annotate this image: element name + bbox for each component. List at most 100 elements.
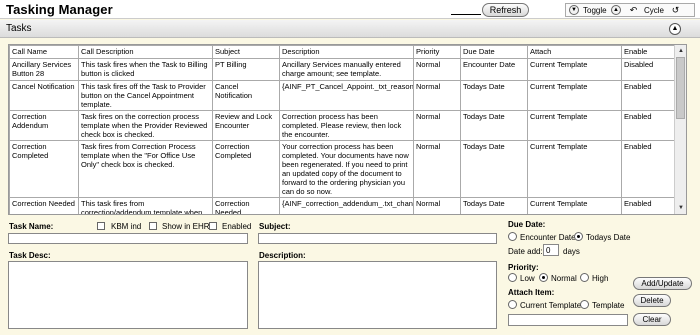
priority-normal-label: Normal bbox=[551, 274, 577, 283]
table-row[interactable]: Correction Needed This task fires from c… bbox=[9, 197, 676, 214]
cycle-label: Cycle bbox=[644, 6, 665, 15]
table-cell: Cancel Notification bbox=[9, 80, 79, 111]
kbm-checkbox[interactable] bbox=[97, 222, 105, 230]
table-cell: This task fires off the Task to Provider… bbox=[78, 80, 213, 111]
table-row[interactable]: Ancillary Services Button 28 This task f… bbox=[9, 58, 676, 81]
table-cell: Disabled bbox=[621, 58, 676, 81]
table-cell: Correction Needed bbox=[9, 197, 79, 214]
due-todays-radio[interactable] bbox=[574, 232, 583, 241]
table-cell: Correction Completed bbox=[9, 140, 79, 198]
title-bar: Tasking Manager Refresh ▼ Toggle ▲ ↶ Cyc… bbox=[0, 0, 700, 19]
show-ehr-checkbox[interactable] bbox=[149, 222, 157, 230]
column-header[interactable]: Attach bbox=[527, 45, 622, 59]
toggle-down-icon[interactable]: ▼ bbox=[569, 5, 579, 15]
kbm-label: KBM ind bbox=[111, 222, 142, 231]
attach-input[interactable] bbox=[508, 314, 628, 326]
priority-label: Priority: bbox=[508, 263, 539, 272]
section-title: Tasks bbox=[6, 23, 32, 34]
table-cell: Normal bbox=[413, 197, 461, 214]
toggle-up-icon[interactable]: ▲ bbox=[611, 5, 621, 15]
tasks-grid: Call Name Call Description Subject Descr… bbox=[8, 44, 687, 215]
table-cell: Normal bbox=[413, 80, 461, 111]
toolbar-controls: ▼ Toggle ▲ ↶ Cycle ↺ bbox=[565, 3, 695, 17]
table-cell: Cancel Notification bbox=[212, 80, 280, 111]
table-cell: Ancillary Services manually entered char… bbox=[279, 58, 414, 81]
table-cell: Ancillary Services Button 28 bbox=[9, 58, 79, 81]
toggle-label: Toggle bbox=[583, 6, 607, 15]
enabled-checkbox[interactable] bbox=[209, 222, 217, 230]
subject-input[interactable] bbox=[258, 233, 497, 244]
task-name-input[interactable] bbox=[8, 233, 248, 244]
due-date-label: Due Date: bbox=[508, 220, 546, 229]
description-textarea[interactable] bbox=[258, 261, 497, 329]
clear-button[interactable]: Clear bbox=[633, 313, 671, 326]
priority-normal-radio[interactable] bbox=[539, 273, 548, 282]
column-header[interactable]: Call Description bbox=[78, 45, 213, 59]
title-underline bbox=[451, 14, 481, 15]
attach-current-radio[interactable] bbox=[508, 300, 517, 309]
column-header[interactable]: Subject bbox=[212, 45, 280, 59]
table-cell: Task fires on the correction process tem… bbox=[78, 110, 213, 141]
column-header[interactable]: Priority bbox=[413, 45, 461, 59]
scroll-up-icon[interactable]: ▲ bbox=[676, 46, 686, 56]
table-cell: Current Template bbox=[527, 197, 622, 214]
delete-button[interactable]: Delete bbox=[633, 294, 671, 307]
enabled-label: Enabled bbox=[222, 222, 252, 231]
table-cell: Review and Lock Encounter bbox=[212, 110, 280, 141]
table-row[interactable]: Cancel Notification This task fires off … bbox=[9, 80, 676, 111]
scroll-down-icon[interactable]: ▼ bbox=[676, 203, 686, 213]
table-cell: {AINF_correction_addendum_.txt_chang bbox=[279, 197, 414, 214]
due-encounter-label: Encounter Date bbox=[520, 233, 576, 242]
scroll-thumb[interactable] bbox=[676, 57, 685, 119]
table-cell: Normal bbox=[413, 58, 461, 81]
table-cell: Normal bbox=[413, 140, 461, 198]
table-cell: Todays Date bbox=[460, 140, 528, 198]
table-cell: Enabled bbox=[621, 80, 676, 111]
collapse-icon[interactable]: ▲ bbox=[669, 23, 681, 35]
column-header[interactable]: Enable bbox=[621, 45, 676, 59]
table-cell: Normal bbox=[413, 110, 461, 141]
attach-current-label: Current Template bbox=[520, 301, 582, 310]
cycle-icon[interactable]: ↺ bbox=[670, 5, 681, 16]
table-cell: Task fires from Correction Process templ… bbox=[78, 140, 213, 198]
date-add-label: Date add: bbox=[508, 247, 543, 256]
priority-low-radio[interactable] bbox=[508, 273, 517, 282]
task-name-label: Task Name: bbox=[9, 222, 54, 231]
task-desc-label: Task Desc: bbox=[9, 251, 51, 260]
due-encounter-radio[interactable] bbox=[508, 232, 517, 241]
column-header[interactable]: Description bbox=[279, 45, 414, 59]
table-cell: Enabled bbox=[621, 110, 676, 141]
undo-icon[interactable]: ↶ bbox=[628, 5, 639, 16]
refresh-button[interactable]: Refresh bbox=[482, 3, 529, 17]
column-header[interactable]: Call Name bbox=[9, 45, 79, 59]
attach-template-radio[interactable] bbox=[580, 300, 589, 309]
priority-high-label: High bbox=[592, 274, 609, 283]
table-cell: Correction Completed bbox=[212, 140, 280, 198]
table-cell: Current Template bbox=[527, 80, 622, 111]
table-cell: This task fires when the Task to Billing… bbox=[78, 58, 213, 81]
table-cell: Todays Date bbox=[460, 80, 528, 111]
priority-low-label: Low bbox=[520, 274, 535, 283]
table-row[interactable]: Correction Addendum Task fires on the co… bbox=[9, 110, 676, 141]
due-todays-label: Todays Date bbox=[586, 233, 631, 242]
attach-item-label: Attach Item: bbox=[508, 288, 555, 297]
show-ehr-label: Show in EHR bbox=[162, 222, 210, 231]
table-cell: Correction process has been completed. P… bbox=[279, 110, 414, 141]
column-header[interactable]: Due Date bbox=[460, 45, 528, 59]
table-cell: PT Billing bbox=[212, 58, 280, 81]
table-cell: Your correction process has been complet… bbox=[279, 140, 414, 198]
attach-template-label: Template bbox=[592, 301, 625, 310]
add-update-button[interactable]: Add/Update bbox=[633, 277, 692, 290]
grid-scrollbar[interactable]: ▲ ▼ bbox=[674, 45, 686, 214]
tasks-section-header: Tasks ▲ bbox=[0, 20, 700, 38]
table-header-row: Call Name Call Description Subject Descr… bbox=[9, 45, 676, 59]
app-title: Tasking Manager bbox=[6, 2, 113, 17]
table-cell: This task fires from correction/addendum… bbox=[78, 197, 213, 214]
description-label: Description: bbox=[259, 251, 306, 260]
priority-high-radio[interactable] bbox=[580, 273, 589, 282]
date-add-input[interactable] bbox=[543, 244, 559, 256]
tasks-table: Call Name Call Description Subject Descr… bbox=[9, 45, 676, 214]
task-desc-textarea[interactable] bbox=[8, 261, 248, 329]
table-cell: Enabled bbox=[621, 197, 676, 214]
table-row[interactable]: Correction Completed Task fires from Cor… bbox=[9, 140, 676, 198]
